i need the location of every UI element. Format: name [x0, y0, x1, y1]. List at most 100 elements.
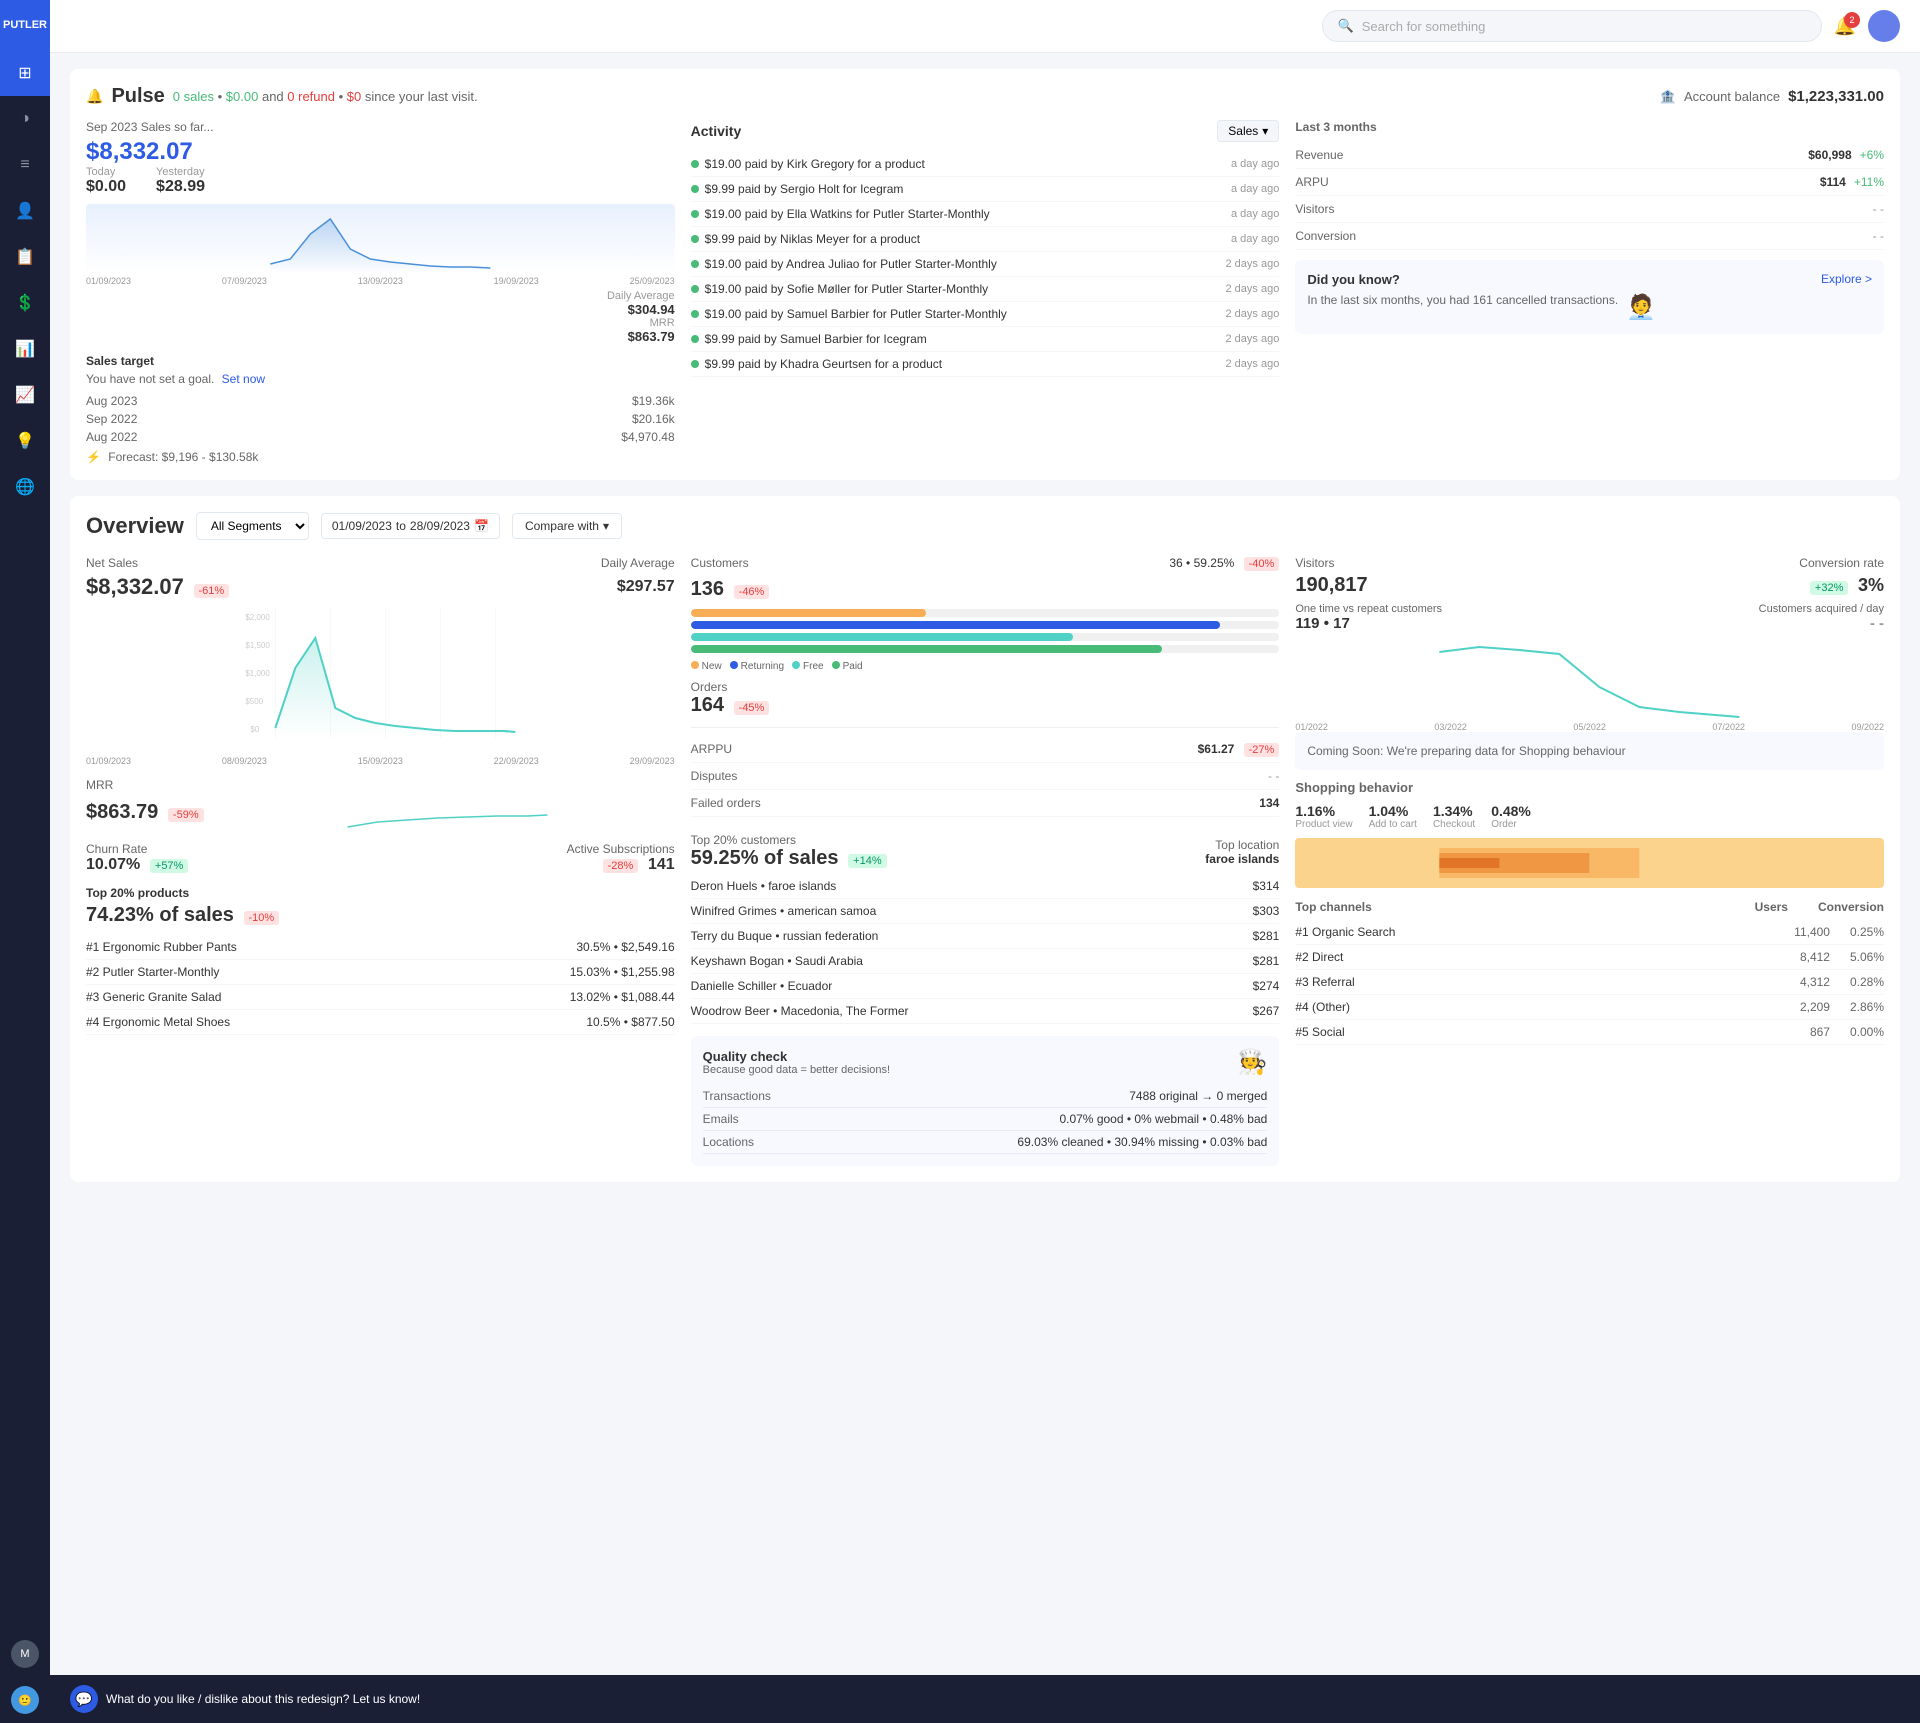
ch-users-1: 8,412	[1800, 950, 1830, 964]
qc-transactions-value: 7488 original → 0 merged	[1129, 1089, 1267, 1103]
date-from: 01/09/2023	[332, 519, 392, 533]
activity-item: $9.99 paid by Khadra Geurtsen for a prod…	[691, 352, 1280, 377]
customers-right-change: -40%	[1244, 557, 1280, 571]
cust-item-4: Danielle Schiller • Ecuador $274	[691, 974, 1280, 999]
account-balance-value: $1,223,331.00	[1788, 88, 1884, 105]
feedback-bubble: 💬	[70, 1685, 98, 1713]
channel-row-1: #2 Direct 8,412 5.06%	[1295, 945, 1884, 970]
pulse-title: Pulse	[111, 85, 164, 108]
explore-link[interactable]: Explore >	[1821, 272, 1872, 287]
search-bar[interactable]: 🔍 Search for something	[1322, 10, 1822, 42]
compare-with-btn[interactable]: Compare with ▾	[512, 513, 622, 539]
orders-icon: 📋	[15, 247, 35, 267]
segment-select[interactable]: All Segments	[196, 512, 309, 540]
sidebar-item-customers[interactable]: 👤	[0, 188, 50, 234]
net-sales-card: Net Sales Daily Average $8,332.07 -61% $…	[86, 556, 675, 766]
sidebar-item-global[interactable]: 🌐	[0, 464, 50, 510]
coming-soon-banner: Coming Soon: We're preparing data for Sh…	[1295, 732, 1884, 770]
qc-locations-label: Locations	[703, 1135, 754, 1149]
sales-filter-btn[interactable]: Sales ▾	[1217, 120, 1279, 142]
cust-name-4: Danielle Schiller • Ecuador	[691, 979, 833, 993]
net-sales-chart-svg: $2,000 $1,500 $1,000 $500 $0	[86, 608, 675, 748]
sidebar-item-reports[interactable]: ≡	[0, 142, 50, 188]
quality-sub: Because good data = better decisions!	[703, 1064, 890, 1076]
sidebar-item-user-m[interactable]: M	[0, 1631, 50, 1677]
activity-time-4: 2 days ago	[1226, 258, 1280, 270]
daily-avg-overview-value: $297.57	[617, 578, 675, 596]
bell-icon-pulse: 🔔	[86, 88, 103, 105]
channel-row-4: #5 Social 867 0.00%	[1295, 1020, 1884, 1045]
shopping-funnel: 1.16% Product view 1.04% Add to cart 1.3…	[1295, 803, 1884, 830]
cust-val-4: $274	[1253, 979, 1280, 993]
sidebar-item-insights[interactable]: 💡	[0, 418, 50, 464]
activity-dot-1	[691, 185, 699, 193]
activity-text-0: $19.00 paid by Kirk Gregory for a produc…	[705, 157, 925, 171]
sidebar-item-dashboard[interactable]: ⊞	[0, 50, 50, 96]
metric-revenue: Revenue $60,998 +6%	[1295, 142, 1884, 169]
sales-target-sub: You have not set a goal. Set now	[86, 372, 675, 386]
sales-target: Sales target You have not set a goal. Se…	[86, 354, 675, 464]
arppu-label: ARPPU	[691, 742, 732, 756]
bar-row-new	[691, 609, 1280, 617]
activity-item: $19.00 paid by Kirk Gregory for a produc…	[691, 152, 1280, 177]
pulse-subtitle: 0 sales • $0.00 and 0 refund • $0 since …	[173, 89, 478, 104]
reports-icon: ≡	[20, 156, 29, 174]
bar-fill-paid	[691, 645, 1162, 653]
ch-conv-0: 0.25%	[1850, 925, 1884, 939]
activity-dot-3	[691, 235, 699, 243]
ch-users-3: 2,209	[1800, 1000, 1830, 1014]
activity-text-1: $9.99 paid by Sergio Holt for Icegram	[705, 182, 904, 196]
activity-dot-7	[691, 335, 699, 343]
mrr-value-pulse: $863.79	[86, 329, 675, 344]
qc-emails: Emails 0.07% good • 0% webmail • 0.48% b…	[703, 1108, 1268, 1131]
customers-card: Customers 36 • 59.25% -40% 136 -46%	[691, 556, 1280, 672]
customers-change: -46%	[734, 585, 770, 599]
sidebar-item-revenue[interactable]: 💲	[0, 280, 50, 326]
visitors-card: Visitors Conversion rate 190,817 +32% 3%	[1295, 556, 1884, 732]
orders-card: Orders 164 -45%	[691, 680, 1280, 717]
cust-val-5: $267	[1253, 1004, 1280, 1018]
compare-label: Compare with	[525, 519, 599, 533]
disputes-label: Disputes	[691, 769, 738, 783]
activity-list: $19.00 paid by Kirk Gregory for a produc…	[691, 152, 1280, 377]
product-name-1: #2 Putler Starter-Monthly	[86, 965, 219, 979]
ch-conv-4: 0.00%	[1850, 1025, 1884, 1039]
big-amount: $8,332.07	[86, 138, 675, 166]
failed-label: Failed orders	[691, 796, 761, 810]
step-pct-1: 1.04%	[1369, 803, 1417, 819]
date-to: 28/09/2023	[410, 519, 470, 533]
top-customers-section: Top 20% customers 59.25% of sales +14% T…	[691, 833, 1280, 1024]
bar-row-free	[691, 633, 1280, 641]
top-products-label: Top 20% products	[86, 886, 675, 900]
sales-target-sub-text: You have not set a goal.	[86, 372, 214, 386]
cust-item-5: Woodrow Beer • Macedonia, The Former $26…	[691, 999, 1280, 1024]
sidebar-item-orders[interactable]: 📋	[0, 234, 50, 280]
shopping-behavior-card: Shopping behavior 1.16% Product view 1.0…	[1295, 780, 1884, 888]
date-range-picker[interactable]: 01/09/2023 to 28/09/2023 📅	[321, 513, 500, 539]
notification-bell[interactable]: 🔔 2	[1834, 16, 1856, 37]
logo: PUTLER	[0, 0, 50, 50]
activity-text-4: $19.00 paid by Andrea Juliao for Putler …	[705, 257, 997, 271]
account-balance-card: Last 3 months Revenue $60,998 +6% ARPU $…	[1295, 120, 1884, 464]
activity-time-2: a day ago	[1231, 208, 1279, 220]
sidebar-item-analytics[interactable]: ◑	[0, 96, 50, 142]
user-avatar[interactable]	[1868, 10, 1900, 42]
activity-item: $19.00 paid by Andrea Juliao for Putler …	[691, 252, 1280, 277]
sidebar-item-trends[interactable]: 📈	[0, 372, 50, 418]
cust-right: 36 • 59.25% -40%	[1169, 556, 1279, 570]
bar-track-paid	[691, 645, 1280, 653]
bar-fill-new	[691, 609, 926, 617]
sidebar-item-charts[interactable]: 📊	[0, 326, 50, 372]
top-location-label: Top location	[1205, 838, 1279, 852]
analytics-icon: ◑	[20, 110, 30, 128]
activity-time-1: a day ago	[1231, 183, 1279, 195]
arppu-row: ARPPU $61.27 -27%	[691, 736, 1280, 763]
account-balance-icon: 🏦	[1660, 89, 1676, 105]
top-cust-label: Top 20% customers	[691, 833, 887, 847]
qc-header: Quality check Because good data = better…	[703, 1048, 1268, 1077]
sidebar-item-user-blue[interactable]: 🙂	[0, 1677, 50, 1723]
set-now-link[interactable]: Set now	[222, 372, 265, 386]
activity-time-0: a day ago	[1231, 158, 1279, 170]
active-subs-change: -28%	[603, 859, 639, 873]
qc-transactions: Transactions 7488 original → 0 merged	[703, 1085, 1268, 1108]
